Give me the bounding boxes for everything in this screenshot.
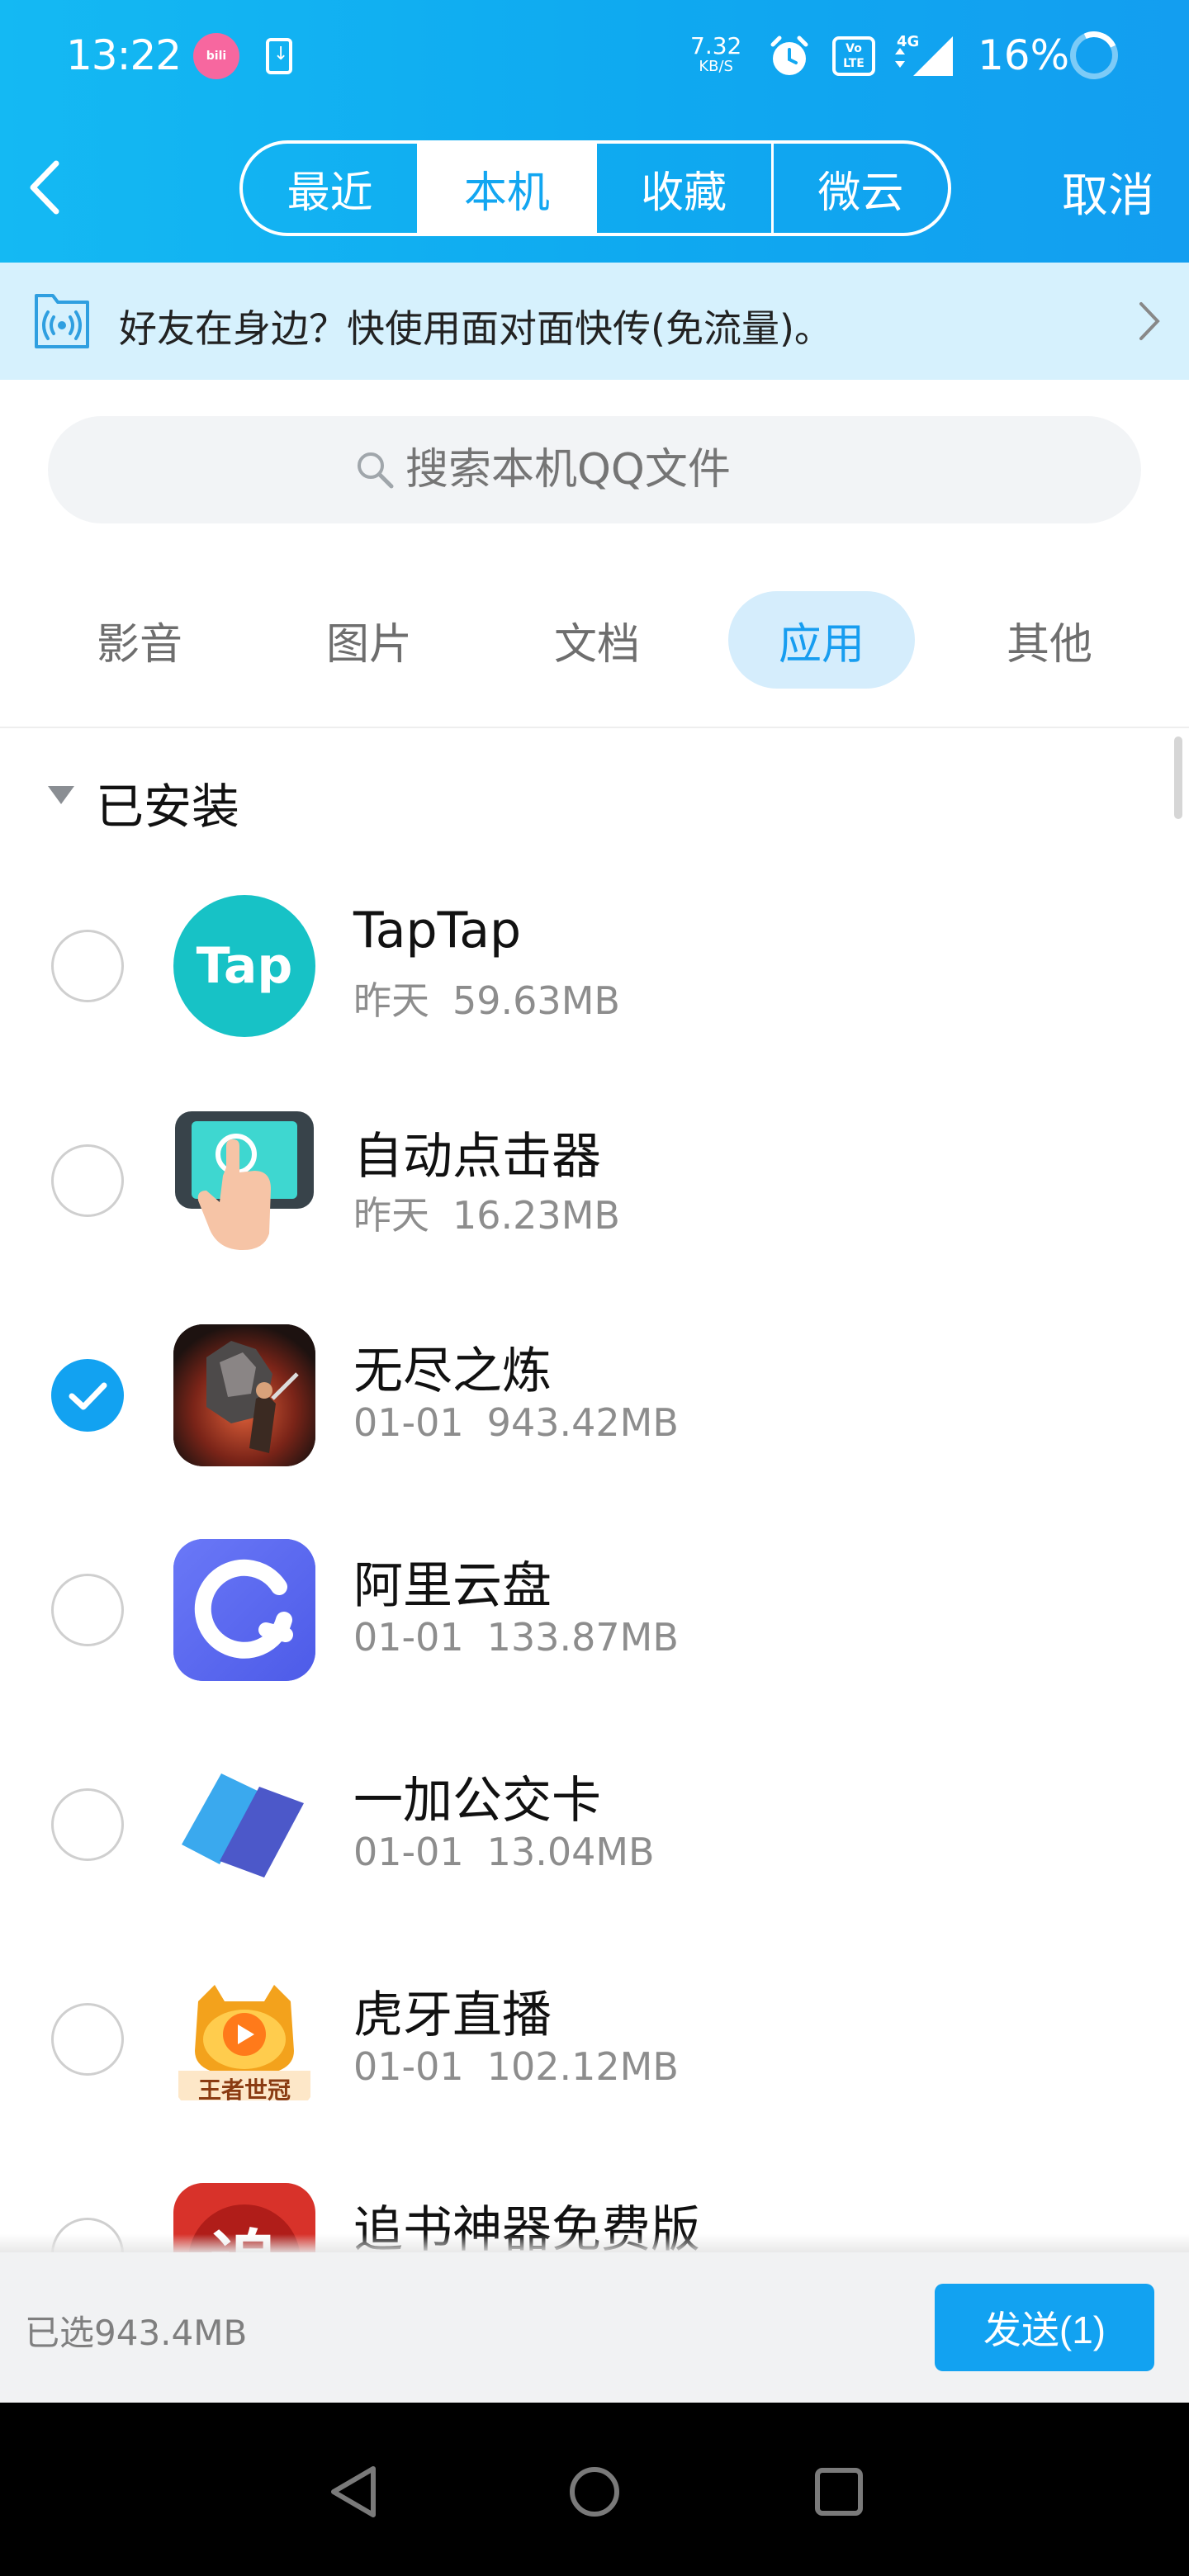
- app-meta: 01-01 943.42MB: [353, 1400, 679, 1445]
- collapse-triangle-icon: [48, 786, 74, 804]
- app-size: 13.04MB: [486, 1830, 655, 1874]
- app-date: 01-01: [353, 1400, 464, 1445]
- face-to-face-banner[interactable]: 好友在身边？快使用面对面快传(免流量)。: [0, 263, 1189, 380]
- network-speed: 7.32 KB/S: [690, 35, 741, 74]
- tab-weiyun[interactable]: 微云: [770, 144, 948, 233]
- app-name: 阿里云盘: [353, 1557, 552, 1615]
- category-other[interactable]: 其他: [979, 591, 1120, 689]
- battery-percent: 16%: [978, 31, 1070, 79]
- back-arrow-icon[interactable]: [25, 159, 66, 216]
- send-button[interactable]: 发送(1): [935, 2284, 1154, 2371]
- select-radio[interactable]: [51, 930, 124, 1002]
- svg-text:4G: 4G: [897, 33, 919, 50]
- list-item[interactable]: 王者世冠 虎牙直播 01-01 102.12MB: [0, 1932, 1189, 2147]
- huya-icon: 王者世冠: [173, 1968, 315, 2110]
- app-name: 无尽之炼: [353, 1342, 552, 1400]
- source-tab-group: 最近 本机 收藏 微云: [239, 140, 951, 236]
- app-meta: 01-01 133.87MB: [353, 1615, 679, 1660]
- group-label: 已安装: [96, 779, 240, 835]
- bilibili-notification-icon: bili: [193, 33, 239, 79]
- chevron-right-icon: [1139, 302, 1160, 340]
- app-header: 13:22 bili ↓ 7.32 KB/S Vo LTE 4G 16% 最近 …: [0, 0, 1189, 263]
- category-images[interactable]: 图片: [299, 591, 439, 689]
- search-input[interactable]: [405, 445, 835, 495]
- auto-clicker-icon: [173, 1110, 315, 1252]
- signal-icon: 4G: [895, 33, 953, 76]
- volte-icon: Vo LTE: [832, 36, 875, 76]
- status-bar: 13:22 bili ↓ 7.32 KB/S Vo LTE 4G 16%: [0, 0, 1189, 116]
- endless-game-icon: [173, 1324, 315, 1466]
- app-meta: 01-01 102.12MB: [353, 2044, 679, 2089]
- selected-size-text: 已选943.4MB: [25, 2313, 248, 2353]
- app-list: Tap TapTap 昨天 59.63MB 自动点击器 昨天 16.23MB 无…: [0, 859, 1189, 2252]
- file-category-tabs: 影音 图片 文档 应用 其他: [0, 591, 1189, 692]
- select-radio[interactable]: [51, 1144, 124, 1217]
- checkmark-icon: [69, 1382, 107, 1410]
- app-name: 自动点击器: [353, 1128, 601, 1186]
- nav-recents-icon[interactable]: [806, 2459, 872, 2525]
- cancel-button[interactable]: 取消: [1062, 159, 1154, 225]
- tab-local[interactable]: 本机: [417, 144, 594, 233]
- select-radio[interactable]: [51, 1788, 124, 1861]
- app-size: 102.12MB: [486, 2044, 679, 2089]
- nav-back-icon[interactable]: [322, 2459, 388, 2525]
- selection-footer: 已选943.4MB 发送(1): [0, 2252, 1189, 2403]
- tab-recent[interactable]: 最近: [243, 144, 417, 233]
- list-item[interactable]: 一加公交卡 01-01 13.04MB: [0, 1717, 1189, 1932]
- huya-icon-text: 王者世冠: [197, 2076, 291, 2104]
- alarm-icon: [770, 36, 808, 75]
- nav-home-icon[interactable]: [561, 2459, 628, 2525]
- select-radio-checked[interactable]: [51, 1359, 124, 1432]
- app-name: TapTap: [353, 902, 522, 959]
- select-radio[interactable]: [51, 1574, 124, 1646]
- app-meta: 昨天 16.23MB: [353, 1186, 620, 1240]
- list-item[interactable]: 无尽之炼 01-01 943.42MB: [0, 1288, 1189, 1503]
- app-size: 943.42MB: [486, 1400, 679, 1445]
- app-date: 01-01: [353, 2044, 464, 2089]
- category-media[interactable]: 影音: [69, 591, 210, 689]
- scrollbar[interactable]: [1174, 736, 1182, 819]
- status-time: 13:22: [66, 31, 182, 79]
- app-size: 16.23MB: [452, 1193, 620, 1238]
- app-date: 昨天: [353, 1193, 429, 1238]
- app-size: 133.87MB: [486, 1615, 679, 1660]
- tab-favorites[interactable]: 收藏: [594, 144, 771, 233]
- list-item[interactable]: 阿里云盘 01-01 133.87MB: [0, 1503, 1189, 1717]
- app-meta: 01-01 13.04MB: [353, 1830, 655, 1874]
- taptap-icon: Tap: [173, 895, 315, 1037]
- divider: [0, 727, 1189, 728]
- app-name: 虎牙直播: [353, 1986, 552, 2044]
- app-date: 01-01: [353, 1615, 464, 1660]
- app-size: 59.63MB: [452, 978, 620, 1023]
- category-documents[interactable]: 文档: [527, 591, 667, 689]
- network-speed-value: 7.32: [690, 32, 742, 59]
- taptap-icon-text: Tap: [196, 937, 293, 995]
- banner-text: 好友在身边？快使用面对面快传(免流量)。: [119, 306, 832, 351]
- select-radio[interactable]: [51, 2003, 124, 2076]
- system-navigation-bar: [0, 2403, 1189, 2576]
- search-bar[interactable]: [48, 416, 1141, 523]
- download-arrow-icon: ↓: [273, 44, 289, 64]
- battery-ring-icon: [1063, 24, 1125, 87]
- face-to-face-transfer-icon: [35, 294, 89, 348]
- network-speed-unit: KB/S: [699, 58, 733, 75]
- app-date: 昨天: [353, 978, 429, 1023]
- search-icon: [358, 452, 394, 489]
- list-item[interactable]: 自动点击器 昨天 16.23MB: [0, 1073, 1189, 1288]
- app-name: 一加公交卡: [353, 1772, 601, 1830]
- list-item[interactable]: Tap TapTap 昨天 59.63MB: [0, 859, 1189, 1073]
- app-meta: 昨天 59.63MB: [353, 971, 620, 1025]
- bottom-shadow: [0, 2234, 1189, 2252]
- app-date: 01-01: [353, 1830, 464, 1874]
- category-apps[interactable]: 应用: [728, 591, 915, 689]
- aliyun-drive-icon: [173, 1539, 315, 1681]
- bus-card-icon: [173, 1754, 315, 1896]
